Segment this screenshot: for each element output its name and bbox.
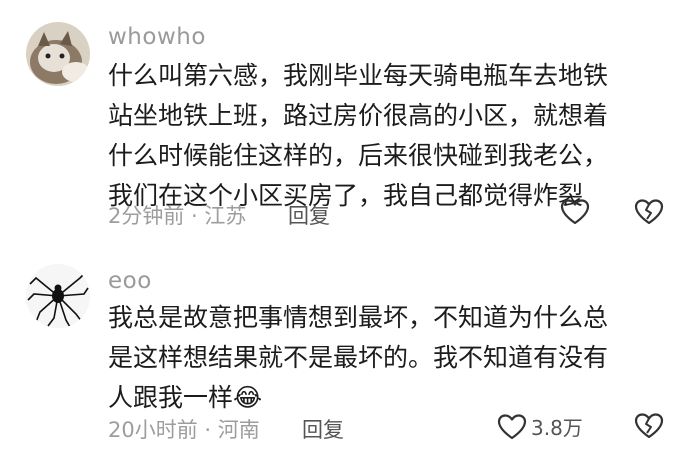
- avatar[interactable]: [26, 264, 90, 328]
- comment-text-line: 什么叫第六感，我刚毕业每天骑电瓶车去地铁: [108, 61, 609, 90]
- avatar[interactable]: [26, 22, 90, 86]
- laughing-emoji: 😂: [233, 383, 263, 412]
- reply-button[interactable]: 回复: [288, 200, 330, 230]
- comment-text: 我总是故意把事情想到最坏，不知道为什么总 是这样想结果就不是最坏的。我不知道有没…: [108, 298, 668, 418]
- dislike-button[interactable]: [634, 412, 664, 440]
- comment-text-line: 我总是故意把事情想到最坏，不知道为什么总: [108, 303, 609, 332]
- heart-outline-icon: [560, 199, 590, 225]
- comment-time-location: 2分钟前 · 江苏: [108, 204, 247, 228]
- comment-username[interactable]: whowho: [108, 24, 206, 50]
- reply-button[interactable]: 回复: [302, 414, 344, 444]
- comment-item: eoo 我总是故意把事情想到最坏，不知道为什么总 是这样想结果就不是最坏的。我不…: [0, 240, 690, 454]
- broken-heart-icon: [634, 413, 664, 439]
- comment-text-line: 什么时候能住这样的，后来很快碰到我老公，: [108, 141, 609, 170]
- comment-item: whowho 什么叫第六感，我刚毕业每天骑电瓶车去地铁 站坐地铁上班，路过房价很…: [0, 0, 690, 240]
- comment-text-line: 站坐地铁上班，路过房价很高的小区，就想着: [108, 101, 609, 130]
- broken-heart-icon: [634, 199, 664, 225]
- like-button[interactable]: [560, 198, 590, 226]
- comment-text-line: 是这样想结果就不是最坏的。我不知道有没有: [108, 343, 609, 372]
- like-count: 3.8万: [531, 416, 583, 440]
- heart-outline-icon: [497, 413, 527, 439]
- comment-time-location: 20小时前 · 河南: [108, 418, 260, 442]
- like-button[interactable]: 3.8万: [497, 412, 583, 441]
- comment-text: 什么叫第六感，我刚毕业每天骑电瓶车去地铁 站坐地铁上班，路过房价很高的小区，就想…: [108, 56, 668, 216]
- spider-avatar-image: [26, 264, 90, 328]
- cat-avatar-image: [26, 22, 90, 86]
- dislike-button[interactable]: [634, 198, 664, 226]
- comment-text-line: 人跟我一样: [108, 383, 234, 412]
- comment-username[interactable]: eoo: [108, 268, 152, 294]
